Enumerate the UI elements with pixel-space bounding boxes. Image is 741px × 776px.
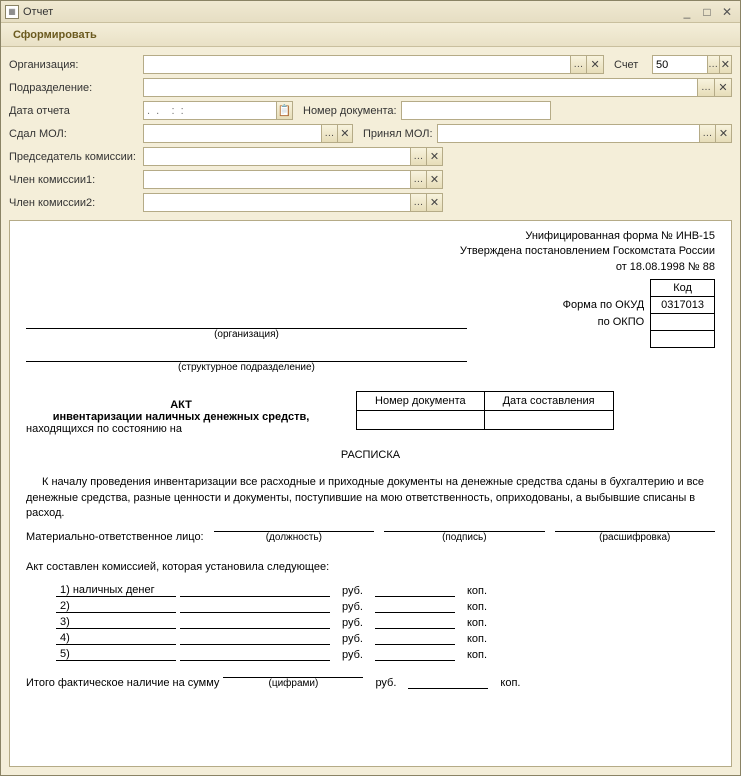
docnum-input[interactable]: [402, 102, 550, 119]
raspiska: РАСПИСКА: [26, 449, 715, 461]
label-docnum: Номер документа:: [303, 105, 397, 117]
mini-h1: Номер документа: [357, 392, 485, 411]
mini-h2: Дата составления: [484, 392, 613, 411]
okpo-label: по ОКПО: [553, 314, 651, 331]
kod-head: Код: [651, 280, 715, 297]
select-icon[interactable]: …: [410, 148, 426, 165]
document-preview: Унифицированная форма № ИНВ-15 Утвержден…: [9, 220, 732, 767]
label-dept: Подразделение:: [9, 82, 139, 94]
calendar-icon[interactable]: 📋: [276, 102, 292, 119]
window-title: Отчет: [23, 6, 678, 18]
okud-value: 0317013: [651, 297, 715, 314]
clear-icon[interactable]: ✕: [426, 171, 442, 188]
mol-label: Материально-ответственное лицо:: [26, 531, 204, 543]
doc-form-line2: Утверждена постановлением Госкомстата Ро…: [26, 244, 715, 259]
doc-para: К началу проведения инвентаризации все р…: [26, 475, 715, 521]
label-chairman: Председатель комиссии:: [9, 151, 139, 163]
okud-label: Форма по ОКУД: [553, 297, 651, 314]
dept-input[interactable]: [144, 79, 697, 96]
select-icon[interactable]: …: [707, 56, 719, 73]
doc-form-line1: Унифицированная форма № ИНВ-15: [26, 229, 715, 244]
label-org: Организация:: [9, 59, 139, 71]
member2-input[interactable]: [144, 194, 410, 211]
label-date: Дата отчета: [9, 105, 139, 117]
clear-icon[interactable]: ✕: [715, 125, 731, 142]
clear-icon[interactable]: ✕: [426, 148, 442, 165]
total-label: Итого фактическое наличие на сумму: [26, 677, 219, 689]
close-button[interactable]: ✕: [718, 4, 736, 20]
act-title: АКТ: [26, 391, 336, 411]
clear-icon[interactable]: ✕: [337, 125, 352, 142]
sdal-input[interactable]: [144, 125, 321, 142]
org-sub: (организация): [26, 329, 467, 340]
prinal-input[interactable]: [438, 125, 699, 142]
window-icon: ▦: [5, 5, 19, 19]
clear-icon[interactable]: ✕: [426, 194, 442, 211]
minimize-button[interactable]: _: [678, 4, 696, 20]
account-input[interactable]: [653, 56, 707, 73]
label-account: Счет: [614, 59, 648, 71]
date-input[interactable]: [144, 102, 276, 119]
commission-line: Акт составлен комиссией, которая установ…: [26, 561, 715, 573]
label-sdal: Сдал МОЛ:: [9, 128, 139, 140]
select-icon[interactable]: …: [321, 125, 336, 142]
label-prinal: Принял МОЛ:: [363, 128, 433, 140]
clear-icon[interactable]: ✕: [586, 56, 603, 73]
doc-form-line3: от 18.08.1998 № 88: [26, 260, 715, 275]
act-sub: инвентаризации наличных денежных средств…: [26, 411, 336, 423]
select-icon[interactable]: …: [699, 125, 715, 142]
act-sub2: находящихся по состоянию на: [26, 423, 336, 435]
label-member2: Член комиссии2:: [9, 197, 139, 209]
select-icon[interactable]: …: [570, 56, 587, 73]
clear-icon[interactable]: ✕: [719, 56, 731, 73]
member1-input[interactable]: [144, 171, 410, 188]
struct-sub: (структурное подразделение): [26, 362, 467, 373]
select-icon[interactable]: …: [410, 194, 426, 211]
chairman-input[interactable]: [144, 148, 410, 165]
select-icon[interactable]: …: [410, 171, 426, 188]
select-icon[interactable]: …: [697, 79, 714, 96]
clear-icon[interactable]: ✕: [714, 79, 731, 96]
label-member1: Член комиссии1:: [9, 174, 139, 186]
form-button[interactable]: Сформировать: [7, 27, 103, 43]
org-input[interactable]: [144, 56, 570, 73]
maximize-button[interactable]: □: [698, 4, 716, 20]
